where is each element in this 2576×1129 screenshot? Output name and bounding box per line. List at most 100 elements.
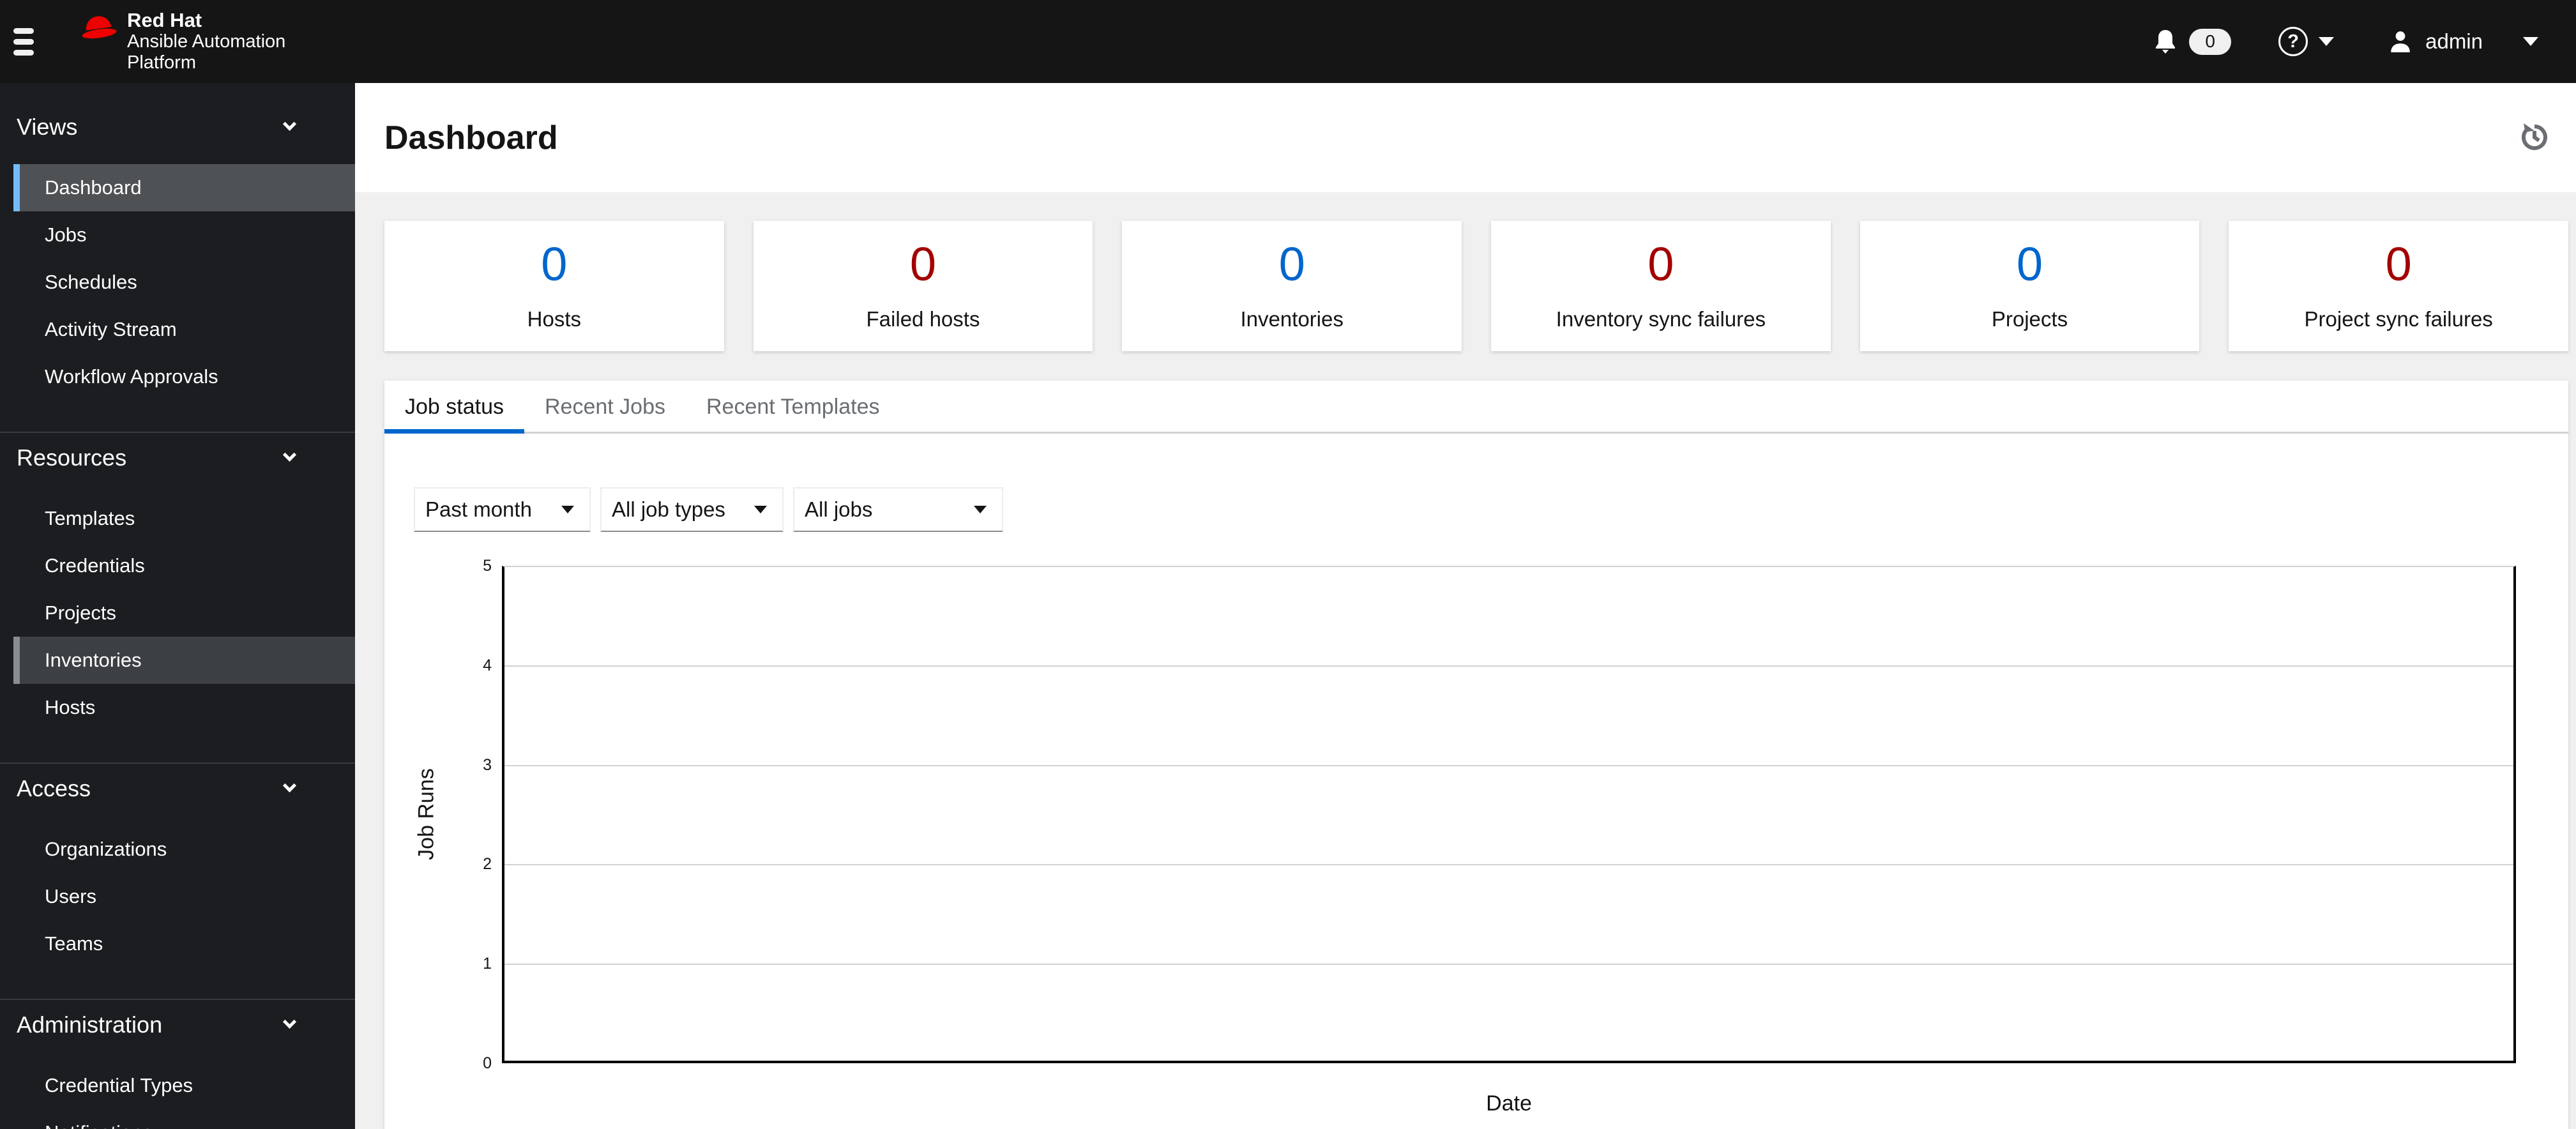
- sidebar-item-organizations[interactable]: Organizations: [13, 826, 355, 873]
- card-inventory-sync-failures[interactable]: 0 Inventory sync failures: [1491, 221, 1831, 351]
- y-tick-label: 0: [483, 1054, 492, 1072]
- notification-count-badge[interactable]: 0: [2189, 28, 2232, 55]
- sidebar-item-users[interactable]: Users: [13, 873, 355, 920]
- card-projects[interactable]: 0 Projects: [1860, 221, 2200, 351]
- notifications-bell-button[interactable]: [2154, 29, 2177, 54]
- nav-toggle-hamburger-icon[interactable]: [13, 24, 49, 59]
- sidebar-item-schedules[interactable]: Schedules: [13, 259, 355, 306]
- gridline: [504, 765, 2513, 766]
- job-filter-select[interactable]: All jobs: [793, 487, 1003, 532]
- sidebar-item-projects[interactable]: Projects: [13, 589, 355, 637]
- page-title: Dashboard: [384, 119, 558, 156]
- card-failed-hosts[interactable]: 0 Failed hosts: [753, 221, 1093, 351]
- page-header: Dashboard: [355, 83, 2576, 192]
- card-label: Inventory sync failures: [1556, 307, 1766, 331]
- masthead: Red Hat Ansible Automation Platform 0 ?: [0, 0, 2576, 83]
- sidebar-section-resources: Resources Templates Credentials Projects…: [0, 432, 355, 762]
- card-value: 0: [909, 238, 937, 291]
- redhat-fedora-icon: [82, 16, 117, 39]
- sidebar-section-toggle-administration[interactable]: Administration: [0, 1000, 355, 1049]
- chevron-down-icon: [282, 778, 297, 792]
- sidebar-item-dashboard[interactable]: Dashboard: [13, 164, 355, 211]
- card-value: 0: [2385, 238, 2412, 291]
- sidebar-item-inventories[interactable]: Inventories: [13, 637, 355, 684]
- sidebar-item-workflow-approvals[interactable]: Workflow Approvals: [13, 353, 355, 400]
- chart-filters: Past month All job types All jobs: [414, 487, 2568, 532]
- help-question-icon: ?: [2278, 27, 2308, 56]
- hamburger-bar: [13, 49, 34, 56]
- card-inventories[interactable]: 0 Inventories: [1122, 221, 1462, 351]
- sidebar-item-credentials[interactable]: Credentials: [13, 542, 355, 589]
- sidebar-section-toggle-views[interactable]: Views: [0, 102, 355, 151]
- bell-icon: [2156, 30, 2176, 54]
- card-value: 0: [541, 238, 568, 291]
- caret-down-icon: [561, 506, 574, 513]
- card-value: 0: [2016, 238, 2043, 291]
- sidebar-section-toggle-access[interactable]: Access: [0, 764, 355, 813]
- tab-job-status[interactable]: Job status: [384, 381, 524, 434]
- sidebar-item-hosts[interactable]: Hosts: [13, 684, 355, 731]
- gridline: [504, 665, 2513, 667]
- sidebar-item-teams[interactable]: Teams: [13, 920, 355, 967]
- username-label: admin: [2425, 29, 2483, 53]
- tab-recent-jobs[interactable]: Recent Jobs: [524, 381, 686, 434]
- y-tick-label: 1: [483, 955, 492, 973]
- y-tick-label: 3: [483, 756, 492, 774]
- card-label: Project sync failures: [2304, 307, 2493, 331]
- sidebar-nav: Views Dashboard Jobs Schedules Activity …: [0, 83, 355, 1129]
- select-value: All jobs: [805, 497, 873, 521]
- chevron-down-icon: [2319, 37, 2335, 46]
- sidebar-section-access: Access Organizations Users Teams: [0, 762, 355, 999]
- y-tick-label: 4: [483, 656, 492, 674]
- select-value: Past month: [425, 497, 532, 521]
- section-title: Administration: [17, 1011, 163, 1038]
- select-value: All job types: [612, 497, 725, 521]
- caret-down-icon: [974, 506, 987, 513]
- chevron-down-icon: [282, 1015, 297, 1029]
- x-axis-label: Date: [1486, 1091, 1532, 1116]
- brand-name: Red Hat: [127, 9, 202, 31]
- sidebar-item-credential-types[interactable]: Credential Types: [13, 1062, 355, 1109]
- brand-product-line1: Ansible Automation: [127, 31, 286, 52]
- section-title: Resources: [17, 444, 127, 471]
- chevron-down-icon: [2523, 37, 2538, 46]
- y-tick-label: 5: [483, 557, 492, 575]
- history-icon[interactable]: [2520, 122, 2549, 153]
- brand-product-line2: Platform: [127, 52, 196, 73]
- card-label: Projects: [1991, 307, 2068, 331]
- sidebar-item-jobs[interactable]: Jobs: [13, 211, 355, 259]
- gridline: [504, 864, 2513, 865]
- user-menu-button[interactable]: admin: [2390, 29, 2538, 54]
- sidebar-section-views: Views Dashboard Jobs Schedules Activity …: [0, 102, 355, 432]
- nav-items: Templates Credentials Projects Inventori…: [0, 495, 355, 731]
- card-label: Inventories: [1240, 307, 1344, 331]
- period-select[interactable]: Past month: [414, 487, 591, 532]
- sidebar-item-notifications[interactable]: Notifications: [13, 1109, 355, 1129]
- redhat-brand-logo[interactable]: Red Hat Ansible Automation Platform: [79, 10, 285, 73]
- job-runs-chart: Job Runs 5 4 3 2 1 0 Date: [384, 532, 2568, 1129]
- masthead-toolbar: 0 ? admin: [2154, 27, 2538, 56]
- sidebar-section-administration: Administration Credential Types Notifica…: [0, 999, 355, 1129]
- user-icon: [2391, 31, 2410, 52]
- nav-items: Dashboard Jobs Schedules Activity Stream…: [0, 164, 355, 400]
- sidebar-item-templates[interactable]: Templates: [13, 495, 355, 542]
- history-clock-icon: [2521, 123, 2547, 150]
- card-hosts[interactable]: 0 Hosts: [384, 221, 724, 351]
- card-value: 0: [1278, 238, 1305, 291]
- card-project-sync-failures[interactable]: 0 Project sync failures: [2229, 221, 2568, 351]
- chevron-down-icon: [282, 117, 297, 131]
- plot-area: [502, 566, 2516, 1063]
- caret-down-icon: [754, 506, 767, 513]
- card-label: Hosts: [527, 307, 581, 331]
- y-tick-label: 2: [483, 855, 492, 873]
- job-status-panel: Job status Recent Jobs Recent Templates …: [384, 381, 2568, 1129]
- sidebar-section-toggle-resources[interactable]: Resources: [0, 433, 355, 482]
- main-area: Dashboard 0 Hosts 0 Failed hosts 0 Inven…: [355, 83, 2576, 1129]
- help-menu-button[interactable]: ?: [2278, 27, 2335, 56]
- gridline: [504, 964, 2513, 965]
- nav-items: Organizations Users Teams: [0, 826, 355, 967]
- job-type-select[interactable]: All job types: [600, 487, 784, 532]
- tab-recent-templates[interactable]: Recent Templates: [686, 381, 900, 434]
- app-window: Red Hat Ansible Automation Platform 0 ?: [0, 0, 2576, 1129]
- sidebar-item-activity-stream[interactable]: Activity Stream: [13, 306, 355, 353]
